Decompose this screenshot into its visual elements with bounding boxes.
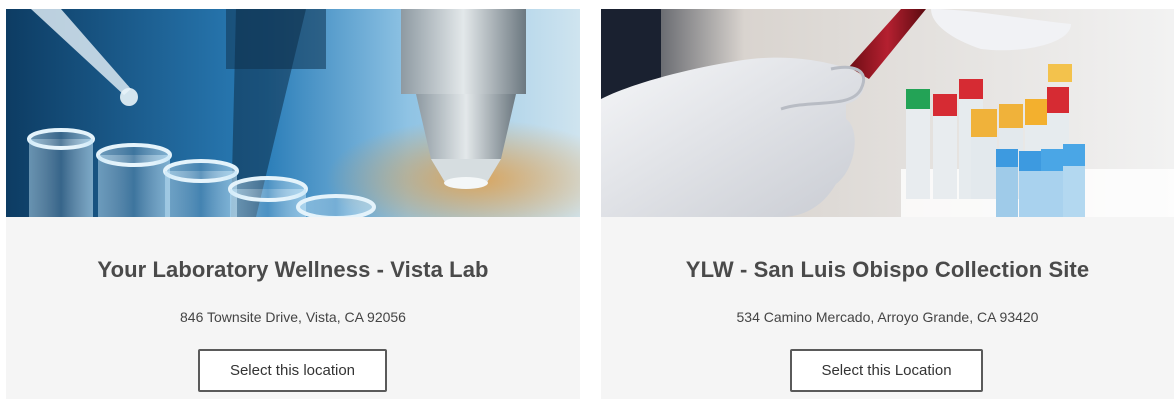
location-cards: Your Laboratory Wellness - Vista Lab 846…	[0, 0, 1175, 399]
card-body: Your Laboratory Wellness - Vista Lab 846…	[6, 217, 580, 399]
location-address: 534 Camino Mercado, Arroyo Grande, CA 93…	[736, 309, 1039, 325]
select-location-button[interactable]: Select this location	[198, 349, 387, 392]
location-title: Your Laboratory Wellness - Vista Lab	[97, 257, 489, 282]
blood-sample-photo	[601, 9, 1174, 217]
location-address: 846 Townsite Drive, Vista, CA 92056	[180, 309, 406, 325]
location-title: YLW - San Luis Obispo Collection Site	[685, 257, 1090, 282]
location-card-san-luis-obispo: YLW - San Luis Obispo Collection Site 53…	[601, 9, 1174, 399]
location-card-vista: Your Laboratory Wellness - Vista Lab 846…	[6, 9, 580, 399]
card-body: YLW - San Luis Obispo Collection Site 53…	[601, 217, 1174, 399]
lab-photo	[6, 9, 580, 217]
select-location-button[interactable]: Select this Location	[790, 349, 983, 392]
